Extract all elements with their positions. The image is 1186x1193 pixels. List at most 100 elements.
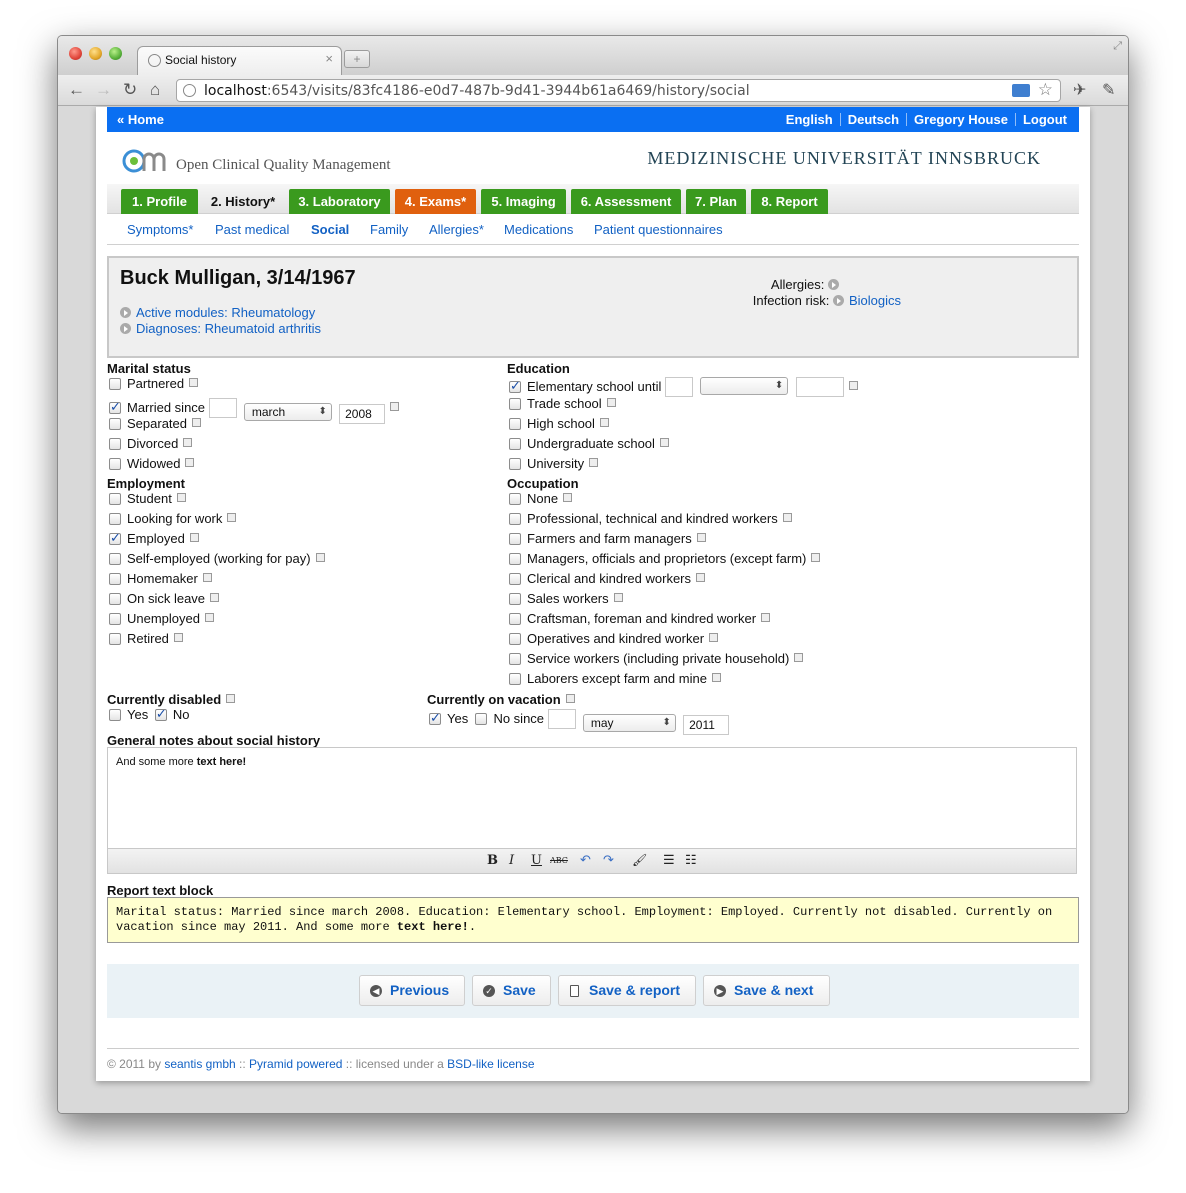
note-icon[interactable] — [189, 533, 199, 542]
note-icon[interactable] — [183, 438, 193, 447]
note-icon[interactable] — [848, 381, 858, 390]
checkbox[interactable] — [109, 493, 121, 505]
vacation-year-input[interactable]: 2011 — [683, 715, 730, 735]
marital-option[interactable]: Partnered — [109, 376, 199, 391]
checkbox[interactable] — [509, 553, 521, 565]
disabled-yes-checkbox[interactable] — [109, 709, 121, 721]
married-day-input[interactable] — [208, 398, 237, 418]
checkbox[interactable] — [509, 438, 521, 450]
subtab-family[interactable]: Family — [370, 222, 408, 237]
education-option[interactable]: Trade school — [509, 396, 616, 411]
employment-option[interactable]: On sick leave — [109, 591, 220, 606]
checkbox[interactable] — [109, 418, 121, 430]
school-until-day-input[interactable] — [665, 377, 694, 397]
employment-option[interactable]: Retired — [109, 631, 183, 646]
checkbox[interactable] — [109, 378, 121, 390]
note-icon[interactable] — [315, 553, 325, 562]
biologics-link[interactable]: Biologics — [849, 293, 901, 308]
redo-icon[interactable]: ↷ — [603, 853, 614, 868]
notes-content[interactable]: And some more text here! — [116, 756, 246, 768]
married-year-input[interactable]: 2008 — [339, 404, 386, 424]
note-icon[interactable] — [563, 493, 573, 502]
subtab-medications[interactable]: Medications — [504, 222, 573, 237]
checkbox[interactable] — [109, 593, 121, 605]
occupation-option[interactable]: Professional, technical and kindred work… — [509, 511, 792, 526]
occupation-option[interactable]: None — [509, 491, 573, 506]
note-icon[interactable] — [227, 513, 237, 522]
fullscreen-icon[interactable]: ⤢ — [1113, 40, 1122, 53]
browser-tab[interactable]: Social history × — [137, 46, 342, 75]
note-icon[interactable] — [390, 402, 400, 411]
marital-option[interactable]: Widowed — [109, 456, 195, 471]
reload-icon[interactable]: ↻ — [123, 80, 137, 100]
marital-option[interactable]: Separated — [109, 416, 201, 431]
note-icon[interactable] — [185, 458, 195, 467]
note-icon[interactable] — [226, 694, 236, 703]
checkbox[interactable] — [509, 613, 521, 625]
back-icon[interactable]: ← — [68, 80, 85, 100]
note-icon[interactable] — [173, 633, 183, 642]
tab-profile[interactable]: 1. Profile — [121, 189, 198, 214]
occupation-option[interactable]: Farmers and farm managers — [509, 531, 706, 546]
note-icon[interactable] — [565, 694, 575, 703]
occupation-option[interactable]: Craftsman, foreman and kindred worker — [509, 611, 771, 626]
checkbox[interactable] — [109, 613, 121, 625]
deutsch-link[interactable]: Deutsch — [848, 112, 899, 127]
diagnoses-link[interactable]: Diagnoses: Rheumatoid arthritis — [120, 321, 321, 336]
school-until-month-select[interactable] — [700, 377, 789, 395]
note-icon[interactable] — [761, 613, 771, 622]
note-icon[interactable] — [711, 673, 721, 682]
checkbox[interactable] — [109, 513, 121, 525]
strikethrough-button[interactable]: ABC — [550, 856, 568, 865]
active-modules-link[interactable]: Active modules: Rheumatology — [120, 305, 315, 320]
employment-option[interactable]: Self-employed (working for pay) — [109, 551, 325, 566]
note-icon[interactable] — [709, 633, 719, 642]
note-icon[interactable] — [599, 418, 609, 427]
checkbox[interactable] — [109, 573, 121, 585]
vacation-no-checkbox[interactable] — [475, 713, 488, 725]
checkbox[interactable] — [509, 673, 521, 685]
subtab-symptoms[interactable]: Symptoms* — [127, 222, 193, 237]
home-link[interactable]: « Home — [117, 112, 164, 127]
wrench-icon[interactable]: ✎ — [1102, 80, 1115, 100]
extension-icon[interactable]: ✈ — [1073, 80, 1086, 100]
vacation-yes-checkbox[interactable] — [429, 710, 441, 726]
vacation-day-input[interactable] — [547, 709, 576, 729]
close-window-button[interactable] — [69, 47, 82, 60]
english-link[interactable]: English — [786, 112, 833, 127]
close-tab-icon[interactable]: × — [325, 51, 333, 66]
note-icon[interactable] — [589, 458, 599, 467]
checkbox[interactable] — [109, 553, 121, 565]
tab-report[interactable]: 8. Report — [751, 189, 828, 214]
occupation-option[interactable]: Clerical and kindred workers — [509, 571, 706, 586]
checkbox[interactable] — [509, 513, 521, 525]
checkbox[interactable] — [509, 398, 521, 410]
numbered-list-icon[interactable]: ☷ — [685, 853, 697, 868]
bookmark-star-icon[interactable]: ☆ — [1038, 80, 1053, 100]
checkbox[interactable] — [109, 530, 121, 546]
tab-imaging[interactable]: 5. Imaging — [481, 189, 566, 214]
education-option[interactable]: University — [509, 456, 599, 471]
notes-editor[interactable]: And some more text here! B I U ABC ↶ ↷ 🖌… — [107, 747, 1077, 874]
checkbox[interactable] — [509, 533, 521, 545]
subtab-past-medical[interactable]: Past medical — [215, 222, 289, 237]
note-icon[interactable] — [811, 553, 821, 562]
note-icon[interactable] — [794, 653, 804, 662]
home-icon[interactable]: ⌂ — [150, 80, 160, 100]
vacation-month-select[interactable]: may — [582, 714, 676, 732]
undo-icon[interactable]: ↶ — [580, 853, 591, 868]
occupation-option[interactable]: Sales workers — [509, 591, 623, 606]
school-until-year-input[interactable] — [795, 377, 844, 397]
education-option[interactable]: Undergraduate school — [509, 436, 669, 451]
note-icon[interactable] — [210, 593, 220, 602]
occupation-option[interactable]: Laborers except farm and mine — [509, 671, 721, 686]
forward-icon[interactable]: → — [95, 80, 112, 100]
checkbox[interactable] — [509, 593, 521, 605]
education-option[interactable]: High school — [509, 416, 609, 431]
note-icon[interactable] — [782, 513, 792, 522]
save-button[interactable]: ✓ Save — [472, 975, 551, 1006]
note-icon[interactable] — [696, 533, 706, 542]
note-icon[interactable] — [696, 573, 706, 582]
employment-option[interactable]: Looking for work — [109, 511, 237, 526]
logout-link[interactable]: Logout — [1023, 112, 1067, 127]
